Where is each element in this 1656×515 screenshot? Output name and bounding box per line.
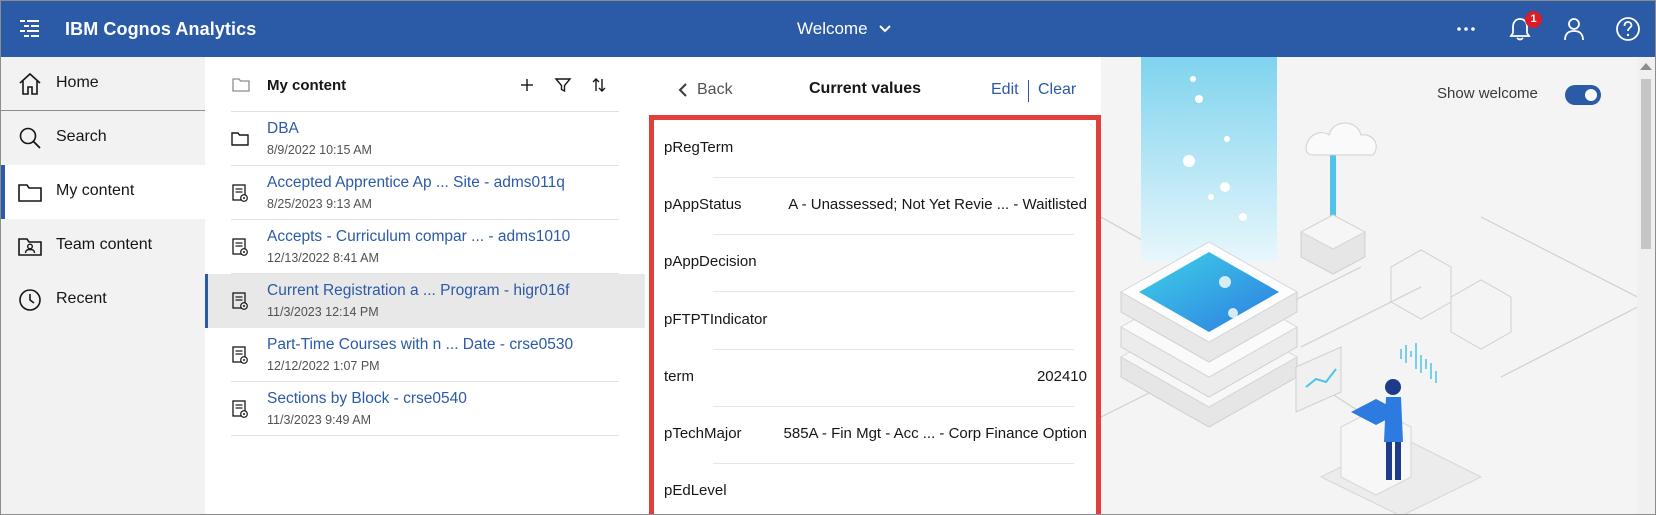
side-navigation: Home Search My content Team content Rece… — [1, 57, 205, 514]
content-list-item[interactable]: Accepted Apprentice Ap ... Site - adms01… — [205, 166, 645, 220]
edit-button[interactable]: Edit — [991, 81, 1019, 99]
nav-item-label: Team content — [56, 236, 153, 253]
param-name: pFTPTIndicator — [664, 311, 768, 328]
param-name: term — [664, 368, 694, 385]
folder-icon — [18, 184, 42, 202]
item-date: 12/12/2022 1:07 PM — [267, 359, 380, 373]
more-options-icon[interactable] — [1451, 14, 1481, 44]
param-name: pEdLevel — [664, 482, 727, 499]
nav-item-label: Search — [56, 128, 107, 145]
param-divider — [713, 463, 1074, 464]
content-list-item[interactable]: DBA 8/9/2022 10:15 AM — [205, 112, 645, 166]
folder-icon — [232, 78, 250, 92]
help-icon[interactable] — [1613, 14, 1643, 44]
report-icon — [232, 346, 248, 364]
home-icon — [19, 72, 41, 95]
user-icon[interactable] — [1559, 14, 1589, 44]
sort-icon[interactable] — [589, 75, 609, 95]
nav-item-my-content[interactable]: My content — [1, 165, 205, 219]
welcome-label: Welcome — [797, 19, 868, 38]
param-value: A - Unassessed; Not Yet Revie ... - Wait… — [788, 196, 1087, 213]
param-name: pTechMajor — [664, 425, 742, 442]
folder-icon — [231, 132, 249, 146]
report-icon — [232, 238, 248, 256]
param-name: pRegTerm — [664, 139, 734, 156]
scroll-up-arrow-icon[interactable] — [1640, 63, 1652, 70]
nav-item-search[interactable]: Search — [1, 111, 205, 165]
report-icon — [232, 400, 248, 418]
content-list-item[interactable]: Sections by Block - crse0540 11/3/2023 9… — [205, 382, 645, 436]
nav-item-team-content[interactable]: Team content — [1, 219, 205, 273]
param-value: 585A - Fin Mgt - Acc ... - Corp Finance … — [783, 425, 1087, 442]
item-name: Sections by Block - crse0540 — [267, 390, 467, 407]
nav-item-label: My content — [56, 182, 135, 199]
scrollbar-thumb[interactable] — [1641, 79, 1651, 249]
clear-button[interactable]: Clear — [1038, 81, 1076, 99]
nav-item-label: Home — [56, 74, 99, 91]
param-divider — [713, 291, 1074, 292]
nav-item-home[interactable]: Home — [1, 57, 205, 111]
app-window: IBM Cognos Analytics Welcome 1 Home Sear… — [0, 0, 1656, 515]
param-name: pAppDecision — [664, 253, 757, 270]
my-content-panel: My content DBA 8/9/2022 10:15 AM Accepte… — [205, 57, 645, 514]
content-list-item[interactable]: Accepts - Curriculum compar ... - adms10… — [205, 220, 645, 274]
param-divider — [713, 234, 1074, 235]
isometric-illustration — [1101, 57, 1655, 514]
content-list-item-selected[interactable]: Current Registration a ... Program - hig… — [205, 274, 645, 328]
content-list-item[interactable]: Part-Time Courses with n ... Date - crse… — [205, 328, 645, 382]
team-folder-icon — [18, 238, 42, 256]
edit-clear-divider — [1028, 80, 1029, 102]
add-icon[interactable] — [517, 75, 537, 95]
param-name: pAppStatus — [664, 196, 742, 213]
nav-item-recent[interactable]: Recent — [1, 273, 205, 327]
item-date: 8/9/2022 10:15 AM — [267, 143, 372, 157]
welcome-illustration — [1101, 57, 1655, 514]
item-name: Accepted Apprentice Ap ... Site - adms01… — [267, 174, 565, 191]
report-icon — [232, 184, 248, 202]
param-divider — [713, 349, 1074, 350]
my-content-title: My content — [267, 77, 347, 94]
row-divider — [231, 435, 619, 436]
item-name: Accepts - Curriculum compar ... - adms10… — [267, 228, 571, 245]
top-bar: IBM Cognos Analytics Welcome 1 — [1, 1, 1655, 57]
notification-badge: 1 — [1525, 11, 1542, 28]
item-date: 11/3/2023 9:49 AM — [267, 413, 372, 427]
param-value: 202410 — [1036, 368, 1087, 385]
item-name: DBA — [267, 120, 299, 137]
report-icon — [232, 292, 248, 310]
welcome-dropdown[interactable]: Welcome — [797, 19, 892, 39]
item-date: 12/13/2022 8:41 AM — [267, 251, 379, 265]
param-divider — [713, 406, 1074, 407]
item-name: Current Registration a ... Program - hig… — [267, 282, 570, 299]
show-welcome-toggle[interactable] — [1565, 85, 1601, 105]
clock-icon — [19, 289, 41, 311]
back-button[interactable]: Back — [677, 81, 733, 99]
chevron-down-icon — [878, 25, 891, 33]
show-welcome-label: Show welcome — [1437, 85, 1538, 102]
back-label: Back — [697, 81, 733, 98]
search-icon — [19, 127, 41, 149]
param-divider — [713, 177, 1074, 178]
item-name: Part-Time Courses with n ... Date - crse… — [267, 336, 574, 353]
item-date: 8/25/2023 9:13 AM — [267, 197, 372, 211]
item-date: 11/3/2023 12:14 PM — [267, 305, 379, 319]
app-title: IBM Cognos Analytics — [65, 19, 257, 39]
current-values-title: Current values — [809, 80, 922, 97]
nav-item-label: Recent — [56, 290, 107, 307]
chevron-left-icon — [678, 83, 687, 97]
filter-icon[interactable] — [553, 75, 573, 95]
menu-icon[interactable] — [17, 17, 43, 41]
